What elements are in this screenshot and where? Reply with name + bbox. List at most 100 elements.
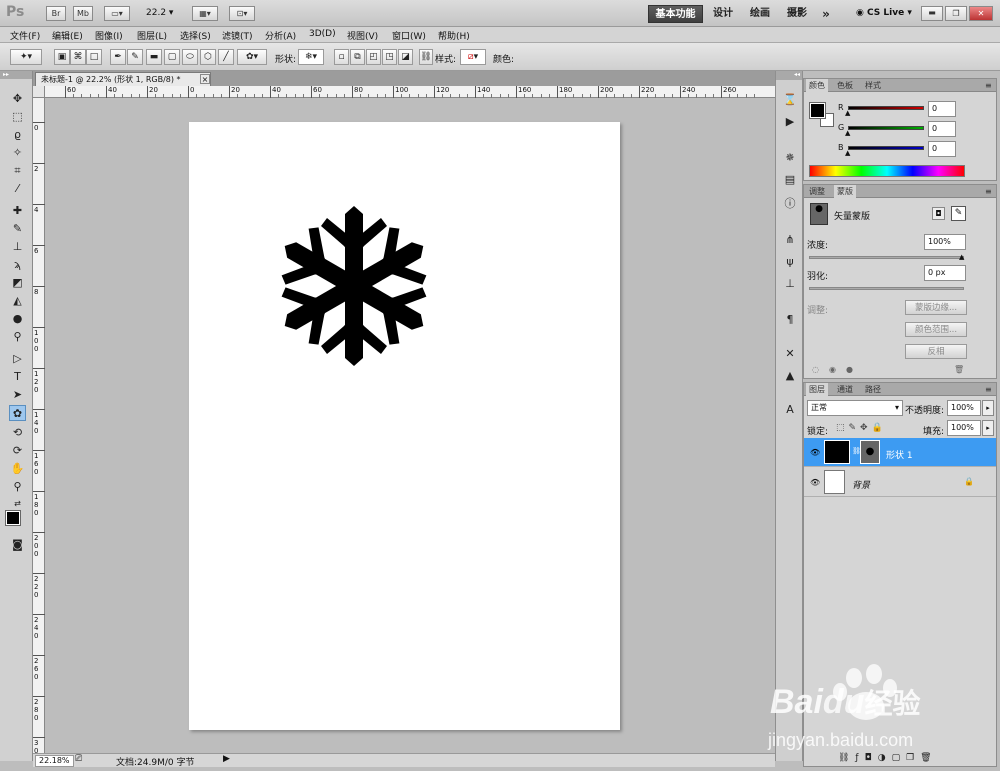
zoom-tool-icon[interactable]: ⚲: [9, 479, 26, 495]
channel-slider[interactable]: [848, 146, 924, 150]
tab-styles[interactable]: 样式: [862, 79, 884, 92]
navigator-panel-icon[interactable]: ✵: [780, 149, 800, 167]
polygon-icon[interactable]: ⬡: [200, 49, 216, 65]
tab-layers[interactable]: 图层: [806, 383, 828, 396]
dodge-tool-icon[interactable]: ⚲: [9, 329, 26, 345]
actions-panel-icon[interactable]: ▶: [780, 113, 800, 131]
channel-slider-handle[interactable]: ▲: [845, 130, 850, 137]
color-range-button[interactable]: 颜色范围...: [905, 322, 967, 337]
feather-field[interactable]: 0 px: [924, 265, 966, 281]
menu-3d[interactable]: 3D(D): [309, 29, 336, 39]
delete-mask-icon[interactable]: 🗑: [954, 365, 964, 374]
workspace-essentials[interactable]: 基本功能: [648, 5, 703, 23]
link-icon[interactable]: ⛓: [419, 49, 433, 65]
freeform-pen-icon[interactable]: ✎: [127, 49, 143, 65]
menu-window[interactable]: 窗口(W): [392, 29, 426, 42]
panel-menu-icon[interactable]: ≡: [982, 383, 995, 396]
blend-mode-select[interactable]: 正常 ▾: [807, 400, 903, 416]
tab-color[interactable]: 颜色: [806, 79, 828, 92]
quick-mask-icon[interactable]: ◙: [9, 537, 26, 553]
channel-slider[interactable]: [848, 106, 924, 110]
invert-button[interactable]: 反相: [905, 344, 967, 359]
type-tool-icon[interactable]: T: [9, 369, 26, 385]
tab-masks[interactable]: 蒙版: [834, 185, 856, 198]
tab-paths[interactable]: 路径: [862, 383, 884, 396]
menu-select[interactable]: 选择(S): [180, 29, 211, 42]
layer-fill-thumbnail[interactable]: [824, 440, 850, 464]
subtract-shape-area-icon[interactable]: ◰: [366, 49, 381, 65]
marquee-tool-icon[interactable]: ⬚: [9, 109, 26, 125]
brush-tool-icon[interactable]: ✎: [9, 221, 26, 237]
cs-live-button[interactable]: ◉ CS Live ▾: [856, 8, 912, 18]
eye-icon[interactable]: 👁: [810, 448, 820, 457]
foreground-color-chip[interactable]: [809, 102, 826, 119]
tool-presets-icon[interactable]: ✕: [780, 345, 800, 363]
density-slider[interactable]: [809, 256, 964, 259]
density-field[interactable]: 100%: [924, 234, 966, 250]
pixel-mask-icon[interactable]: ◘: [932, 207, 945, 220]
brush-panel-icon[interactable]: ψ: [780, 253, 800, 271]
move-tool-icon[interactable]: ✥: [9, 91, 26, 107]
status-menu-arrow-icon[interactable]: ▶: [223, 754, 230, 764]
workspace-photography[interactable]: 摄影: [781, 5, 813, 23]
channel-value-field[interactable]: 0: [928, 141, 956, 157]
panel-menu-icon[interactable]: ≡: [982, 185, 995, 198]
3d-orbit-tool-icon[interactable]: ⟳: [9, 443, 26, 459]
3d-rotate-tool-icon[interactable]: ⟲: [9, 425, 26, 441]
color-ramp[interactable]: [809, 165, 965, 177]
document-tab[interactable]: 未标题-1 @ 22.2% (形状 1, RGB/8) * ×: [35, 72, 211, 86]
crop-tool-icon[interactable]: ⌗: [9, 163, 26, 179]
ellipse-icon[interactable]: ⬭: [182, 49, 198, 65]
blur-tool-icon[interactable]: ●: [9, 311, 26, 327]
channel-slider-handle[interactable]: ▲: [845, 150, 850, 157]
layer-name[interactable]: 背景: [852, 478, 870, 491]
fill-pixels-icon[interactable]: □: [86, 49, 102, 65]
layers-footer-icons[interactable]: ⛓ƒ◘◑▢❐🗑: [838, 753, 938, 763]
paragraph-panel-icon[interactable]: ¶: [780, 311, 800, 329]
vertical-ruler[interactable]: 02468100120140160180200220240260280300: [33, 98, 45, 763]
workspace-design[interactable]: 设计: [707, 5, 739, 23]
layer-name[interactable]: 形状 1: [886, 448, 913, 461]
zoom-level-select[interactable]: 22.2 ▾: [146, 8, 173, 18]
channel-slider[interactable]: [848, 126, 924, 130]
vector-mask-icon[interactable]: ✎: [951, 206, 966, 221]
custom-shape-icon[interactable]: ✿▾: [237, 49, 267, 65]
workspace-painting[interactable]: 绘画: [744, 5, 776, 23]
eye-icon[interactable]: 👁: [810, 478, 820, 487]
menu-image[interactable]: 图像(I): [95, 29, 123, 42]
character-panel-icon[interactable]: A: [780, 401, 800, 419]
add-shape-area-icon[interactable]: ⧉: [350, 49, 365, 65]
zoom-level-field[interactable]: 22.18%: [35, 755, 74, 767]
rectangle-icon[interactable]: ▬: [146, 49, 162, 65]
paths-icon[interactable]: ⌘: [70, 49, 86, 65]
fill-field[interactable]: 100%: [947, 420, 981, 436]
menu-layer[interactable]: 图层(L): [137, 29, 167, 42]
info-panel-icon[interactable]: ⓘ: [780, 195, 800, 213]
shape-picker[interactable]: ❄▾: [298, 49, 324, 65]
horizontal-ruler[interactable]: 60 40 20 0 20 40 60 80 100 120 140 160 180 200 220 240 2…: [45, 86, 775, 98]
mask-edge-button[interactable]: 蒙版边缘...: [905, 300, 967, 315]
tab-swatches[interactable]: 色板: [834, 79, 856, 92]
style-picker[interactable]: ⧄▾: [460, 49, 486, 65]
intersect-shape-area-icon[interactable]: ◳: [382, 49, 397, 65]
menu-file[interactable]: 文件(F): [10, 29, 40, 42]
3d-panel-icon[interactable]: ▲: [780, 367, 800, 385]
channel-slider-handle[interactable]: ▲: [845, 110, 850, 117]
new-shape-area-icon[interactable]: ▫: [334, 49, 349, 65]
status-icon[interactable]: ⎚: [75, 754, 82, 764]
lasso-tool-icon[interactable]: ϱ: [9, 127, 26, 143]
layer-thumbnail[interactable]: [824, 470, 845, 494]
paint-bucket-tool-icon[interactable]: ◭: [9, 293, 26, 309]
density-slider-handle[interactable]: ▲: [959, 253, 964, 261]
quick-select-tool-icon[interactable]: ✧: [9, 145, 26, 161]
close-tab-icon[interactable]: ×: [200, 74, 210, 84]
bridge-button[interactable]: Br: [46, 6, 66, 21]
tab-adjustments[interactable]: 调整: [806, 185, 828, 198]
document-canvas[interactable]: [189, 122, 620, 730]
healing-brush-tool-icon[interactable]: ✚: [9, 203, 26, 219]
layer-row[interactable]: 👁 背景 🔒: [804, 468, 996, 497]
custom-shape-tool-icon[interactable]: ✿: [9, 405, 26, 421]
exclude-shape-area-icon[interactable]: ◪: [398, 49, 413, 65]
histogram-panel-icon[interactable]: ▤: [780, 171, 800, 189]
dock-collapse-handle[interactable]: ◂◂: [776, 71, 802, 80]
